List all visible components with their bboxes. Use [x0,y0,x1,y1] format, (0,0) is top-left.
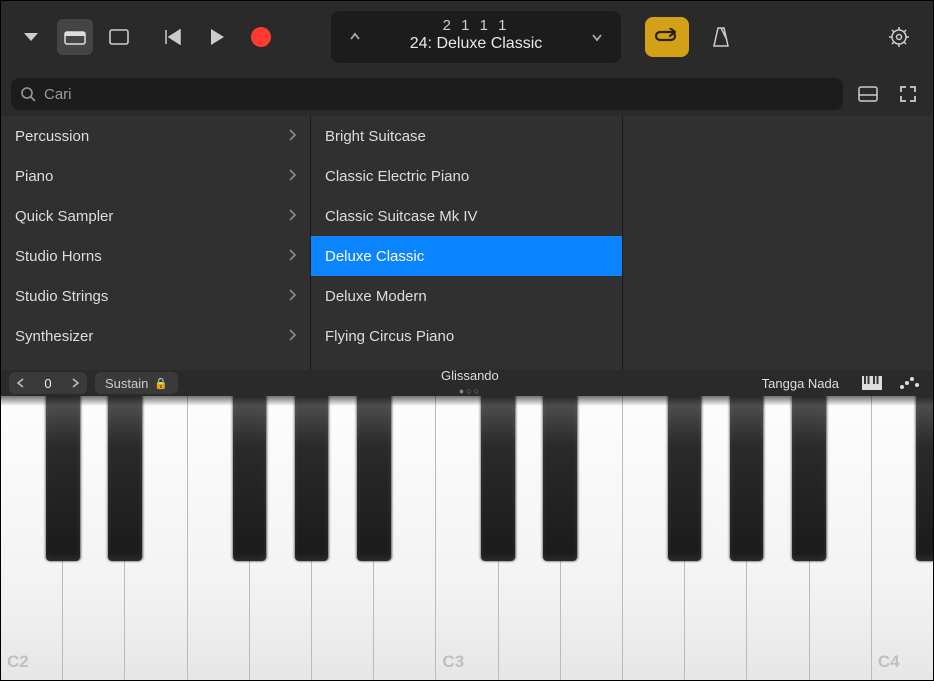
browser-category-column: Percussion Piano Quick Sampler Studio Horns… [1,116,311,370]
chevron-right-icon [288,128,296,145]
browser-patch-item[interactable]: Bright Suitcase [311,116,622,156]
browser-category-item[interactable]: Synthesizer [1,316,310,356]
patch-label: Classic Electric Piano [325,168,469,185]
browser-patch-item[interactable]: Flying Circus Piano [311,316,622,356]
cycle-button[interactable] [645,17,689,57]
black-key[interactable] [357,396,391,561]
black-key[interactable] [668,396,702,561]
piano-icon [862,376,882,390]
key-label: C2 [7,652,29,672]
gear-icon [888,26,910,48]
lcd-center[interactable]: 2 1 1 1 24: Deluxe Classic [369,18,583,55]
rewind-button[interactable] [155,19,191,55]
browser-category-item[interactable]: Piano [1,156,310,196]
octave-stepper: 0 [9,372,87,394]
browser-toggle-button[interactable] [57,19,93,55]
category-label: Studio Horns [15,248,102,265]
lcd-position: 2 1 1 1 [369,18,583,35]
black-key[interactable] [295,396,329,561]
browser-category-item[interactable]: Quick Sampler [1,196,310,236]
chevron-right-icon [288,288,296,305]
browser-patch-item[interactable]: Deluxe Classic [311,236,622,276]
chevron-right-icon [288,208,296,225]
search-icon [21,87,36,102]
browser-category-item[interactable]: Studio Horns [1,236,310,276]
black-key[interactable] [916,396,933,561]
record-button[interactable] [243,19,279,55]
lock-icon: 🔒 [154,377,168,390]
lcd-patch-name: 24: Deluxe Classic [369,34,583,55]
black-key[interactable] [108,396,142,561]
lcd-next-button[interactable] [583,30,611,44]
category-label: Piano [15,168,53,185]
patch-label: Bright Suitcase [325,128,426,145]
black-key[interactable] [792,396,826,561]
category-label: Quick Sampler [15,208,113,225]
page-dots: ●○○ [459,386,481,396]
chevron-right-icon [288,248,296,265]
view-mode-button[interactable] [853,79,883,109]
black-key[interactable] [46,396,80,561]
cycle-icon [655,28,679,46]
category-label: Percussion [15,128,89,145]
window-button[interactable] [101,19,137,55]
key-label: C3 [442,652,464,672]
browser-patch-column: Bright Suitcase Classic Electric Piano Cla… [311,116,623,370]
sound-browser: Percussion Piano Quick Sampler Studio Horns… [1,116,933,370]
search-field[interactable] [11,78,843,110]
chevron-right-icon [288,328,296,345]
lcd-prev-button[interactable] [341,30,369,44]
browser-empty-column [623,116,933,370]
patch-label: Flying Circus Piano [325,328,454,345]
view-menu-button[interactable] [13,19,49,55]
play-button[interactable] [199,19,235,55]
category-label: Studio Strings [15,288,108,305]
keyboard-mode-center[interactable]: Glissando ●○○ [186,369,754,397]
black-key[interactable] [233,396,267,561]
metronome-icon [711,26,731,48]
piano-keyboard[interactable]: C2 C3 C4 [1,396,933,680]
search-row [1,72,933,116]
octave-value: 0 [33,376,63,391]
metronome-button[interactable] [703,19,739,55]
category-label: Synthesizer [15,328,93,345]
patch-label: Deluxe Modern [325,288,427,305]
keyboard-controls: 0 Sustain 🔒 Glissando ●○○ Tangga Nada [1,370,933,396]
browser-patch-item[interactable]: Deluxe Modern [311,276,622,316]
patch-label: Classic Suitcase Mk IV [325,208,478,225]
black-key[interactable] [730,396,764,561]
sustain-button[interactable]: Sustain 🔒 [95,372,178,394]
key-label: C4 [878,652,900,672]
black-key[interactable] [481,396,515,561]
top-toolbar: 2 1 1 1 24: Deluxe Classic [1,1,933,72]
glissando-label: Glissando [186,369,754,382]
browser-category-item[interactable]: Studio Strings [1,276,310,316]
octave-up-button[interactable] [63,376,87,391]
sustain-label: Sustain [105,376,148,391]
expand-icon [899,85,917,103]
record-icon [251,27,271,47]
browser-patch-item[interactable]: Classic Electric Piano [311,156,622,196]
panel-icon [858,86,878,102]
search-input[interactable] [44,86,833,103]
scale-label[interactable]: Tangga Nada [762,376,839,391]
chevron-right-icon [288,168,296,185]
browser-patch-item[interactable]: Classic Suitcase Mk IV [311,196,622,236]
arpeggiator-button[interactable] [895,372,925,394]
black-key[interactable] [543,396,577,561]
settings-button[interactable] [881,19,917,55]
octave-down-button[interactable] [9,376,33,391]
expand-button[interactable] [893,79,923,109]
arp-icon [899,376,921,390]
lcd-display: 2 1 1 1 24: Deluxe Classic [331,11,621,63]
keyboard-view-button[interactable] [857,372,887,394]
patch-label: Deluxe Classic [325,248,424,265]
browser-category-item[interactable]: Percussion [1,116,310,156]
